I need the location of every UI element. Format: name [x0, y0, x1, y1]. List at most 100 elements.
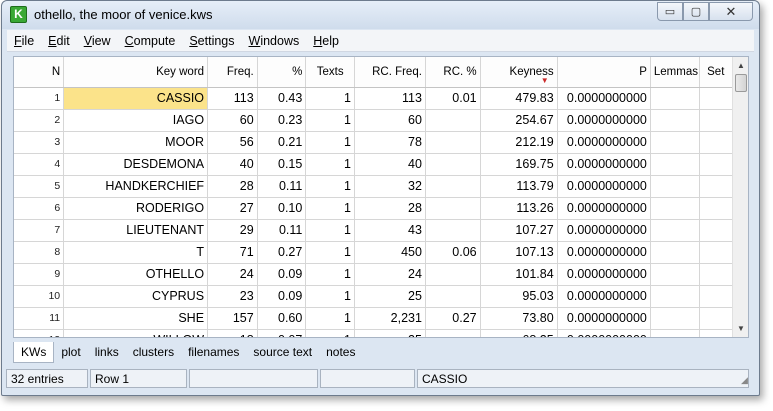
- table-row[interactable]: 6 RODERIGO 27 0.10 1 28 113.26 0.0000000000: [14, 197, 734, 220]
- keyness-cell[interactable]: 95.03: [480, 285, 558, 308]
- table-row[interactable]: 11 SHE 157 0.60 1 2,231 0.27 73.80 0.0000000000: [14, 307, 734, 330]
- percent-cell[interactable]: 0.07: [257, 329, 307, 337]
- rc-percent-cell[interactable]: [425, 263, 481, 286]
- scroll-thumb[interactable]: [735, 74, 747, 92]
- keyword-cell[interactable]: WILLOW: [63, 329, 209, 337]
- menu-item-view[interactable]: View: [77, 34, 118, 48]
- lemmas-cell[interactable]: [650, 219, 700, 242]
- set-cell[interactable]: [699, 219, 734, 242]
- texts-cell[interactable]: 1: [305, 197, 355, 220]
- row-number[interactable]: 4: [14, 153, 65, 176]
- keyword-cell[interactable]: LIEUTENANT: [63, 219, 209, 242]
- texts-cell[interactable]: 1: [305, 329, 355, 337]
- vertical-scrollbar[interactable]: ▲ ▼: [732, 57, 748, 337]
- percent-cell[interactable]: 0.11: [257, 175, 307, 198]
- rc-percent-cell[interactable]: [425, 197, 481, 220]
- menu-item-help[interactable]: Help: [306, 34, 346, 48]
- freq-cell[interactable]: 28: [207, 175, 258, 198]
- rc-freq-cell[interactable]: 25: [354, 329, 426, 337]
- texts-cell[interactable]: 1: [305, 241, 355, 264]
- row-number[interactable]: 11: [14, 307, 65, 330]
- rc-freq-cell[interactable]: 113: [354, 87, 426, 110]
- row-number[interactable]: 5: [14, 175, 65, 198]
- lemmas-cell[interactable]: [650, 87, 700, 110]
- rc-freq-cell[interactable]: 40: [354, 153, 426, 176]
- column-header-lemmas[interactable]: Lemmas: [650, 57, 700, 88]
- percent-cell[interactable]: 0.23: [257, 109, 307, 132]
- table-row[interactable]: 12WILLOW180.07125 68.250.0000000000: [14, 329, 734, 337]
- freq-cell[interactable]: 113: [207, 87, 258, 110]
- rc-percent-cell[interactable]: [425, 153, 481, 176]
- table-row[interactable]: 8 T 71 0.27 1 450 0.06 107.13 0.0000000000: [14, 241, 734, 264]
- percent-cell[interactable]: 0.60: [257, 307, 307, 330]
- p-value-cell[interactable]: 0.0000000000: [557, 131, 651, 154]
- tab-filenames[interactable]: filenames: [181, 342, 246, 362]
- keyness-cell[interactable]: 68.25: [480, 329, 558, 337]
- percent-cell[interactable]: 0.15: [257, 153, 307, 176]
- table-row[interactable]: 1 CASSIO 113 0.43 1 113 0.01 479.83 0.0000000000: [14, 87, 734, 110]
- freq-cell[interactable]: 24: [207, 263, 258, 286]
- texts-cell[interactable]: 1: [305, 109, 355, 132]
- row-number[interactable]: 3: [14, 131, 65, 154]
- lemmas-cell[interactable]: [650, 263, 700, 286]
- keyness-cell[interactable]: 479.83: [480, 87, 558, 110]
- scroll-up-arrow-icon[interactable]: ▲: [733, 57, 748, 74]
- keyword-cell[interactable]: CYPRUS: [63, 285, 209, 308]
- scroll-down-arrow-icon[interactable]: ▼: [733, 320, 748, 337]
- table-row[interactable]: 10 CYPRUS 23 0.09 1 25 95.03 0.0000000000: [14, 285, 734, 308]
- menu-item-windows[interactable]: Windows: [242, 34, 307, 48]
- tab-notes[interactable]: notes: [319, 342, 362, 362]
- texts-cell[interactable]: 1: [305, 87, 355, 110]
- percent-cell[interactable]: 0.09: [257, 263, 307, 286]
- p-value-cell[interactable]: 0.0000000000: [557, 219, 651, 242]
- texts-cell[interactable]: 1: [305, 219, 355, 242]
- p-value-cell[interactable]: 0.0000000000: [557, 109, 651, 132]
- row-number[interactable]: 7: [14, 219, 65, 242]
- table-row[interactable]: 4 DESDEMONA 40 0.15 1 40 169.75 0.0000000000: [14, 153, 734, 176]
- freq-cell[interactable]: 27: [207, 197, 258, 220]
- column-header-p[interactable]: P: [557, 57, 651, 88]
- rc-freq-cell[interactable]: 24: [354, 263, 426, 286]
- rc-freq-cell[interactable]: 43: [354, 219, 426, 242]
- set-cell[interactable]: [699, 87, 734, 110]
- menu-item-settings[interactable]: Settings: [182, 34, 241, 48]
- keyword-cell[interactable]: CASSIO: [63, 87, 209, 110]
- freq-cell[interactable]: 157: [207, 307, 258, 330]
- keyword-cell[interactable]: IAGO: [63, 109, 209, 132]
- keyness-cell[interactable]: 101.84: [480, 263, 558, 286]
- rc-percent-cell[interactable]: 0.01: [425, 87, 481, 110]
- table-row[interactable]: 3 MOOR 56 0.21 1 78 212.19 0.0000000000: [14, 131, 734, 154]
- menu-item-file[interactable]: File: [7, 34, 41, 48]
- close-button[interactable]: ✕: [709, 2, 753, 21]
- percent-cell[interactable]: 0.43: [257, 87, 307, 110]
- set-cell[interactable]: [699, 285, 734, 308]
- freq-cell[interactable]: 29: [207, 219, 258, 242]
- column-header-key-word[interactable]: Key word: [63, 57, 209, 88]
- lemmas-cell[interactable]: [650, 197, 700, 220]
- keyness-cell[interactable]: 254.67: [480, 109, 558, 132]
- tab-plot[interactable]: plot: [54, 342, 87, 362]
- rc-percent-cell[interactable]: [425, 329, 481, 337]
- tab-links[interactable]: links: [88, 342, 126, 362]
- column-header-set[interactable]: Set: [699, 57, 734, 88]
- rc-freq-cell[interactable]: 78: [354, 131, 426, 154]
- rc-freq-cell[interactable]: 60: [354, 109, 426, 132]
- set-cell[interactable]: [699, 329, 734, 337]
- rc-percent-cell[interactable]: [425, 219, 481, 242]
- set-cell[interactable]: [699, 175, 734, 198]
- p-value-cell[interactable]: 0.0000000000: [557, 329, 651, 337]
- texts-cell[interactable]: 1: [305, 285, 355, 308]
- column-header-keyness[interactable]: Keyness ▼: [480, 57, 558, 88]
- menu-item-edit[interactable]: Edit: [41, 34, 77, 48]
- lemmas-cell[interactable]: [650, 175, 700, 198]
- keyness-cell[interactable]: 212.19: [480, 131, 558, 154]
- rc-freq-cell[interactable]: 450: [354, 241, 426, 264]
- rc-percent-cell[interactable]: 0.27: [425, 307, 481, 330]
- rc-freq-cell[interactable]: 2,231: [354, 307, 426, 330]
- keyness-cell[interactable]: 107.13: [480, 241, 558, 264]
- texts-cell[interactable]: 1: [305, 175, 355, 198]
- title-bar[interactable]: K othello, the moor of venice.kws ▭ ▢ ✕: [2, 1, 759, 29]
- texts-cell[interactable]: 1: [305, 263, 355, 286]
- texts-cell[interactable]: 1: [305, 131, 355, 154]
- rc-freq-cell[interactable]: 25: [354, 285, 426, 308]
